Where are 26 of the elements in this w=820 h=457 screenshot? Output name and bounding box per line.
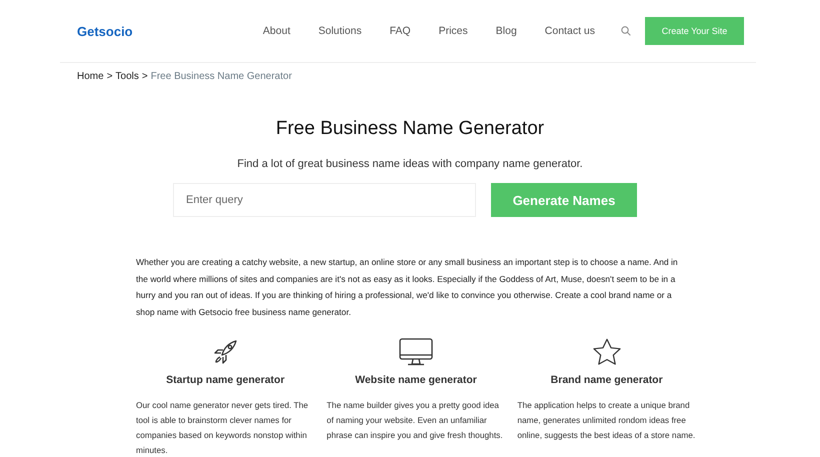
- feature-title: Brand name generator: [550, 374, 663, 386]
- query-field[interactable]: Enter query: [173, 183, 476, 217]
- logo[interactable]: Getsocio: [77, 24, 133, 38]
- nav-link[interactable]: About: [262, 25, 290, 37]
- monitor-icon: [399, 338, 433, 366]
- feature-text: Our cool name generator never gets tired. The tool is able to brainstorm clever names for companies based on keywords nonstop within minutes.: [136, 399, 310, 457]
- breadcrumb-link[interactable]: Home: [77, 71, 104, 82]
- breadcrumb-current: Free Business Name Generator: [150, 71, 292, 82]
- feature-title: Website name generator: [355, 374, 477, 386]
- rocket-icon: [212, 338, 238, 366]
- breadcrumb-link[interactable]: Tools: [116, 71, 139, 82]
- feature-text: The name builder gives you a pretty good idea of naming your website. Even an unfamiliar phrase can inspire you and give fresh thoughts.: [326, 399, 504, 442]
- nav-link[interactable]: Solutions: [318, 25, 362, 37]
- nav-link[interactable]: Blog: [496, 25, 517, 37]
- nav-link[interactable]: Prices: [438, 25, 468, 37]
- nav-link[interactable]: Contact us: [544, 25, 595, 37]
- star-icon: [590, 338, 623, 366]
- intro-paragraph: Whether you are creating a catchy website, a new startup, an online store or any small business an important step is to choose a name. And in the world where millions of sites and companies are it's not as easy as it looks. Especially if the Goddess of Art, Muse, doesn't seem to be in a hurry and you ran out of ideas. If you are thinking of hiring a professional, we'd like to convince you otherwise. Create a cool brand name or a shop name with Getsocio free business name generator.: [136, 256, 679, 319]
- feature-text: The application helps to create a unique brand name, generates unlimited rondom ideas free online, suggests the best ideas of a store name.: [517, 399, 696, 442]
- page-title: Free Business Name Generator: [274, 118, 546, 140]
- search-icon[interactable]: [621, 26, 631, 36]
- breadcrumb-separator: >: [142, 71, 148, 82]
- subtitle: Find a lot of great business name ideas with company name generator.: [236, 158, 584, 170]
- feature-title: Startup name generator: [166, 374, 285, 386]
- nav-link[interactable]: FAQ: [390, 25, 411, 37]
- breadcrumb-separator: >: [106, 71, 113, 82]
